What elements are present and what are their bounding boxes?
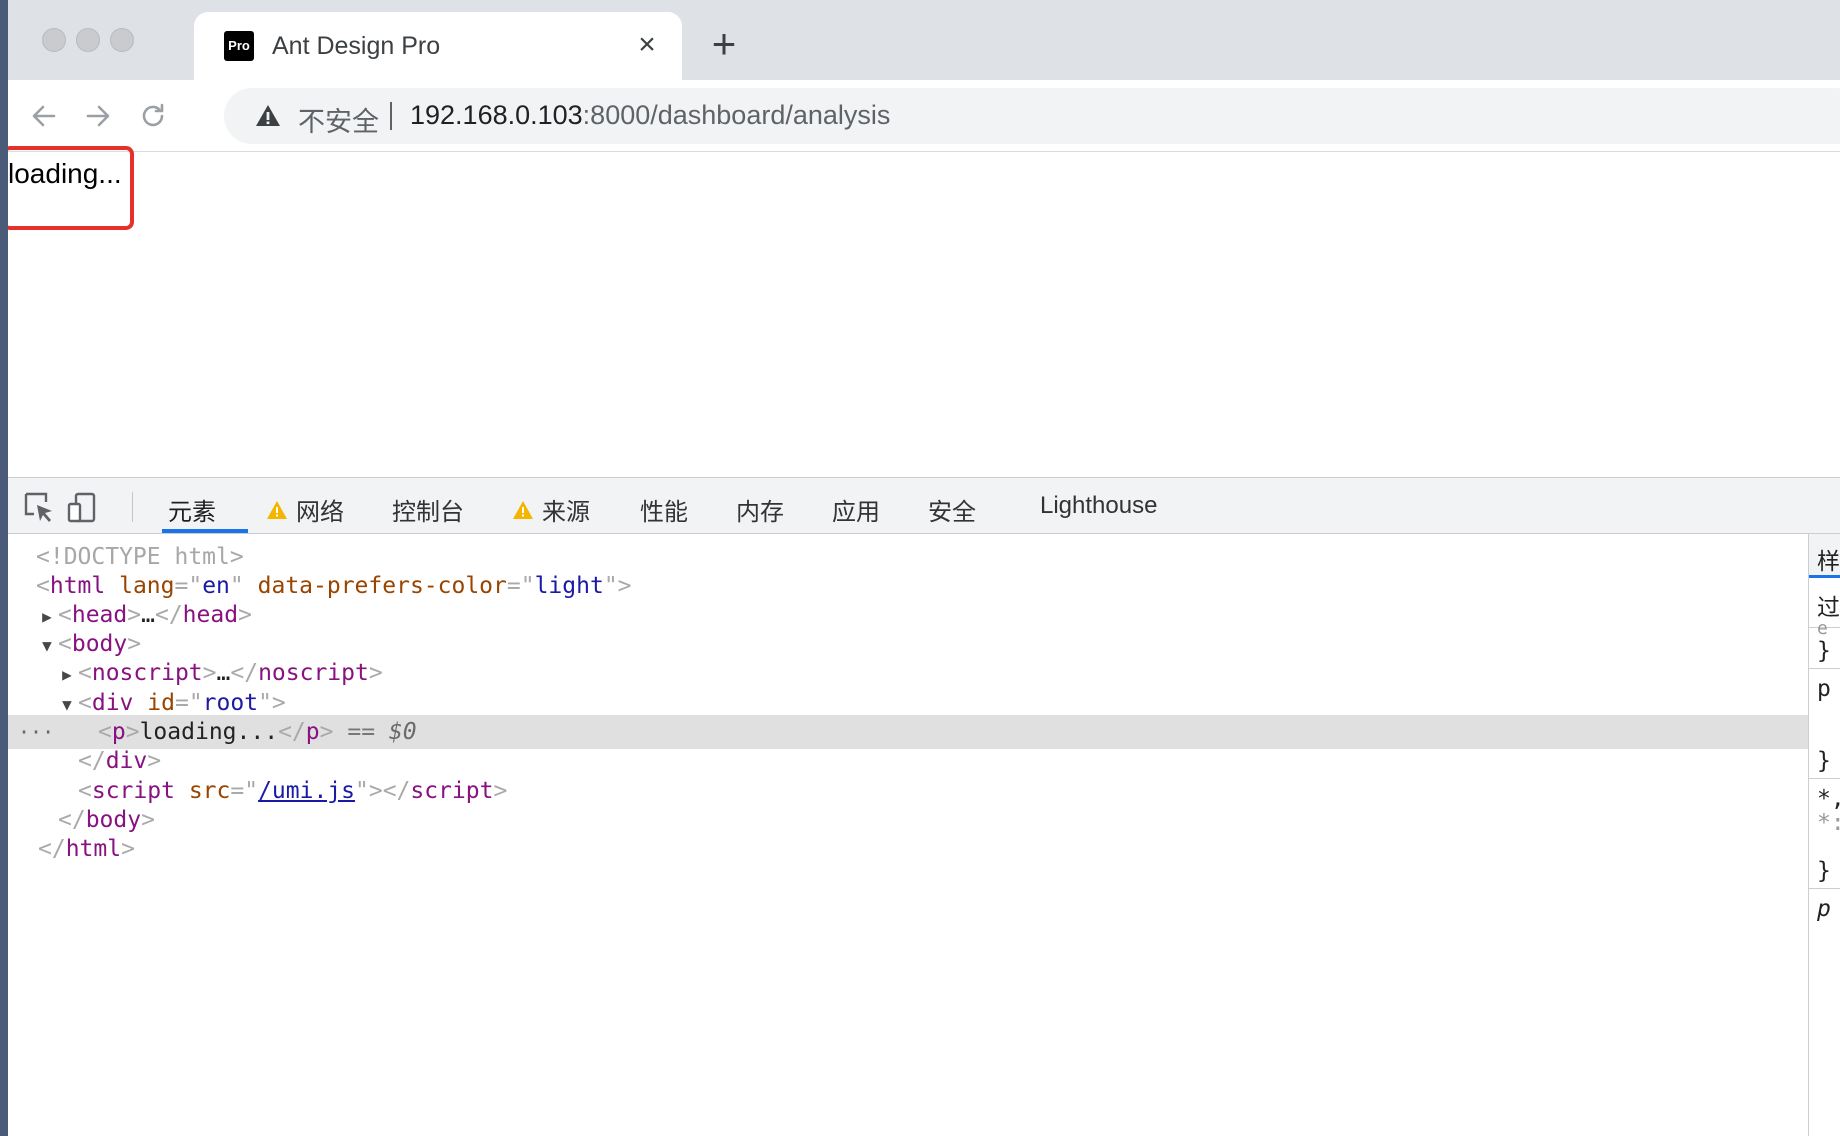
tab-strip: Pro Ant Design Pro × +	[8, 0, 1840, 80]
not-secure-label[interactable]: 不安全	[298, 100, 379, 139]
url-text[interactable]: 192.168.0.103:8000/dashboard/analysis	[410, 100, 890, 131]
dom-line-div-close[interactable]: </div>	[8, 744, 1808, 778]
close-window-button[interactable]	[42, 28, 66, 52]
head-collapsed-ellipsis: …	[141, 602, 155, 628]
new-tab-button[interactable]: +	[704, 23, 744, 65]
styles-tab-label: 样	[1817, 549, 1840, 575]
styles-rule-fragment: e	[1817, 618, 1828, 639]
forward-arrow-icon	[86, 105, 110, 127]
tab-favicon-icon: Pro	[224, 31, 254, 61]
styles-rule-selector-universal: *,	[1817, 786, 1840, 812]
tab-application-label: 应用	[832, 499, 880, 526]
styles-filter-placeholder: 过	[1817, 595, 1840, 621]
html-color-value: light	[534, 573, 604, 599]
styles-rule-close: }	[1817, 748, 1831, 774]
devtools-panel: 元素 网络 控制台 来源 性能 内存 应用 安全 Lighthouse <!DO…	[8, 477, 1840, 1136]
device-toolbar-icon[interactable]	[66, 490, 100, 524]
tab-application[interactable]: 应用	[832, 492, 880, 527]
reload-icon	[142, 103, 164, 127]
back-button[interactable]	[22, 94, 66, 138]
tab-title: Ant Design Pro	[272, 32, 441, 60]
browser-toolbar: 不安全 192.168.0.103:8000/dashboard/analysi…	[8, 80, 1840, 152]
elements-tree: <!DOCTYPE html> <html lang="en" data-pre…	[8, 534, 1808, 1136]
close-tab-icon[interactable]: ×	[632, 30, 662, 60]
styles-rule-close: }	[1817, 638, 1831, 664]
active-tab-indicator	[162, 529, 248, 533]
styles-tab[interactable]: 样	[1809, 534, 1840, 578]
styles-inherited-p: p	[1817, 896, 1831, 922]
browser-window: Pro Ant Design Pro × + 不安全 192.168.0.103…	[8, 0, 1840, 1136]
tab-memory[interactable]: 内存	[736, 492, 784, 527]
inspect-element-icon[interactable]	[22, 490, 56, 524]
back-arrow-icon	[32, 105, 56, 127]
not-secure-warning-icon[interactable]	[254, 102, 282, 130]
tab-performance-label: 性能	[640, 499, 688, 526]
annotation-highlight-box	[8, 146, 134, 230]
dom-line-noscript[interactable]: ▶ <noscript>…</noscript>	[8, 656, 1808, 690]
styles-rule-close: }	[1817, 858, 1831, 884]
tab-elements[interactable]: 元素	[168, 492, 216, 527]
browser-tab-active[interactable]: Pro Ant Design Pro ×	[194, 12, 682, 80]
html-lang-value: en	[202, 573, 230, 599]
page-viewport: loading...	[8, 146, 1840, 477]
tab-security-label: 安全	[928, 499, 976, 526]
html-color-attr: data-prefers-color	[257, 573, 507, 599]
minimize-window-button[interactable]	[76, 28, 100, 52]
tab-performance[interactable]: 性能	[640, 492, 688, 527]
tab-console[interactable]: 控制台	[392, 492, 464, 527]
tab-security[interactable]: 安全	[928, 492, 976, 527]
doctype-text: <!DOCTYPE html>	[36, 544, 244, 570]
devtools-tab-bar: 元素 网络 控制台 来源 性能 内存 应用 安全 Lighthouse	[8, 478, 1840, 534]
url-host: 192.168.0.103	[410, 100, 583, 130]
forward-button[interactable]	[76, 94, 120, 138]
styles-rule-selector-pseudo: *:	[1817, 810, 1840, 836]
p-text-content: loading...	[139, 719, 279, 745]
tab-network[interactable]: 网络	[266, 492, 344, 527]
tab-memory-label: 内存	[736, 499, 784, 526]
styles-pane: 样 过 e } p } *, *: } p	[1808, 534, 1840, 1136]
tab-console-label: 控制台	[392, 499, 464, 526]
dom-line-html-close[interactable]: </html>	[8, 832, 1808, 866]
devtools-tab-divider	[132, 492, 133, 522]
selected-node-ref: $0	[388, 719, 417, 745]
div-id-value: root	[202, 690, 259, 716]
tab-lighthouse[interactable]: Lighthouse	[1040, 492, 1157, 520]
desktop-edge	[0, 0, 8, 1136]
network-warning-icon	[267, 500, 287, 519]
script-src-link[interactable]: /umi.js	[258, 778, 355, 804]
address-separator	[390, 102, 392, 130]
tab-network-label: 网络	[296, 499, 344, 526]
styles-rule-selector-p: p	[1817, 676, 1831, 702]
styles-separator	[1809, 668, 1840, 669]
tab-elements-label: 元素	[168, 499, 216, 526]
url-path: :8000/dashboard/analysis	[582, 100, 891, 130]
styles-separator	[1809, 888, 1840, 889]
address-bar[interactable]: 不安全 192.168.0.103:8000/dashboard/analysi…	[224, 88, 1840, 144]
reload-button[interactable]	[131, 94, 175, 138]
maximize-window-button[interactable]	[110, 28, 134, 52]
tab-sources[interactable]: 来源	[512, 492, 590, 527]
tab-sources-label: 来源	[542, 499, 590, 526]
styles-separator	[1809, 778, 1840, 779]
tab-lighthouse-label: Lighthouse	[1040, 492, 1158, 519]
noscript-collapsed-ellipsis: …	[216, 660, 231, 686]
sources-warning-icon	[513, 500, 533, 519]
